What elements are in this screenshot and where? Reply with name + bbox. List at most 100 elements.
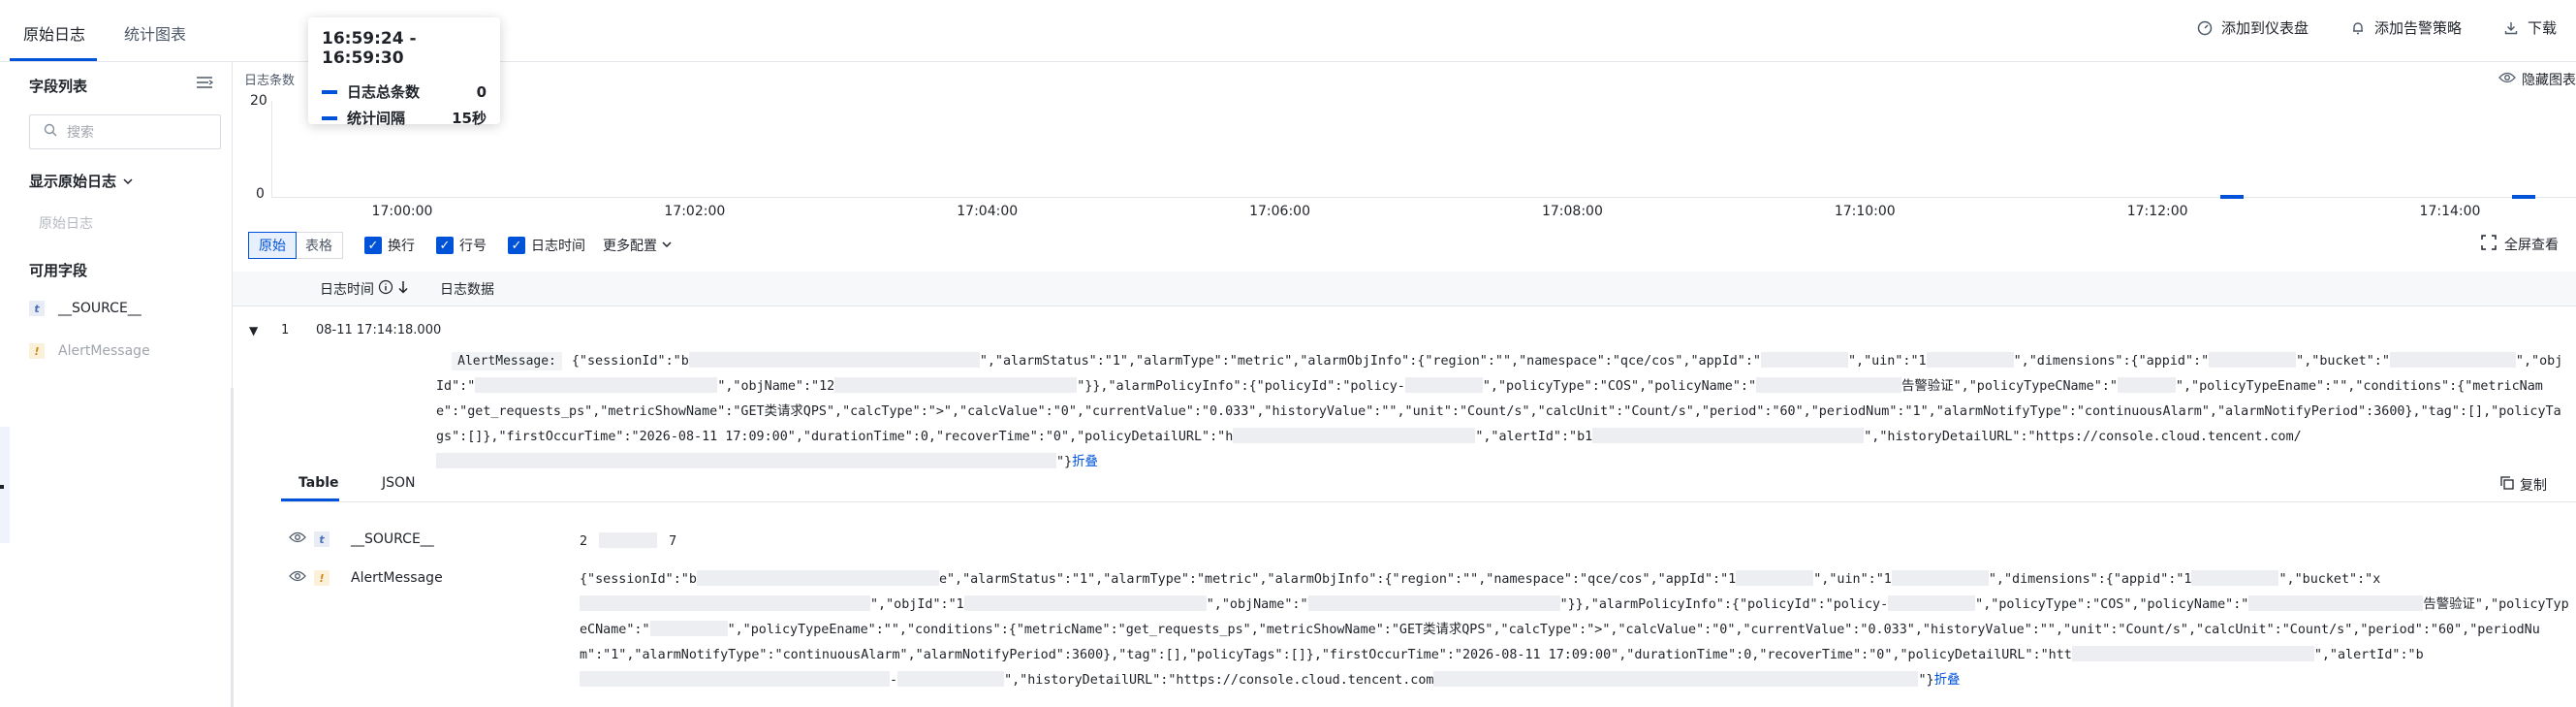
fold-link[interactable]: 折叠 <box>1934 673 1961 688</box>
log-segment: ","uin":"1 <box>1848 354 1927 369</box>
chevron-down-icon <box>122 173 134 190</box>
more-config-label: 更多配置 <box>603 239 657 254</box>
x-tick-label: 17:08:00 <box>1541 204 1603 219</box>
log-segment: ","historyDetailURL":"https://console.cl… <box>1864 430 2302 444</box>
value-segment: - <box>890 673 898 688</box>
log-segment: "}},"alarmPolicyInfo":{"policyId":"polic… <box>1077 379 1405 394</box>
show-raw-log-label: 显示原始日志 <box>29 173 117 190</box>
add-alarm-policy-button[interactable]: 添加告警策略 <box>2349 17 2462 38</box>
active-tab-indicator <box>10 58 97 61</box>
masked-value <box>1891 570 1989 586</box>
value-segment: ","alertId":"b <box>2313 648 2424 662</box>
value-segment: ","objId":"1 <box>870 597 964 612</box>
fullscreen-label: 全屏查看 <box>2504 238 2559 253</box>
view-table-button[interactable]: 表格 <box>296 233 342 258</box>
filter-list-icon[interactable] <box>196 76 214 93</box>
copy-label: 复制 <box>2520 478 2547 494</box>
fullscreen-button[interactable]: 全屏查看 <box>2481 235 2559 254</box>
chart-bar[interactable] <box>2512 195 2536 199</box>
line-number-checkbox[interactable]: ✓ 行号 <box>436 236 487 255</box>
tab-table[interactable]: Table <box>298 475 339 491</box>
fold-link[interactable]: 折叠 <box>1072 455 1098 469</box>
active-detail-tab-indicator <box>281 498 339 501</box>
chart-bar[interactable] <box>2219 195 2244 199</box>
raw-log-field[interactable]: 原始日志 <box>39 213 93 233</box>
add-to-dashboard-label: 添加到仪表盘 <box>2220 19 2309 37</box>
show-raw-log-toggle[interactable]: 显示原始日志 <box>29 171 134 191</box>
masked-value <box>2209 352 2297 368</box>
detail-alertmessage-value: {"sessionId":"b e","alarmStatus":"1","ala… <box>580 567 2574 693</box>
masked-value <box>834 377 1078 393</box>
tab-raw-log[interactable]: 原始日志 <box>23 21 85 45</box>
log-time-checkbox[interactable]: ✓ 日志时间 <box>508 236 585 255</box>
wrap-checkbox[interactable]: ✓ 换行 <box>364 236 415 255</box>
masked-value <box>2071 646 2314 661</box>
field-search-input[interactable]: 搜索 <box>29 114 221 149</box>
value-segment: ","uin":"1 <box>1813 572 1892 587</box>
bell-icon <box>2349 19 2367 37</box>
tab-json[interactable]: JSON <box>382 475 416 491</box>
sort-down-icon[interactable] <box>397 280 409 298</box>
collapse-handle-dot <box>0 485 4 489</box>
view-mode-switch: 原始 表格 <box>248 232 343 259</box>
masked-value <box>2389 352 2516 368</box>
tooltip-row-value: 0 <box>476 82 487 101</box>
sidebar-scrollbar[interactable] <box>231 388 234 707</box>
x-tick-label: 17:14:00 <box>2419 204 2481 219</box>
value-segment: 2 <box>580 534 588 549</box>
value-segment: "}},"alarmPolicyInfo":{"policyId":"polic… <box>1559 597 1889 612</box>
info-icon[interactable] <box>378 279 393 299</box>
log-time-label: 日志时间 <box>531 239 585 254</box>
masked-value <box>580 671 890 687</box>
masked-value <box>1592 428 1865 443</box>
log-segment: ","objName":"12 <box>717 379 835 394</box>
tooltip-row-name: 日志总条数 <box>347 83 421 101</box>
tooltip-time-range: 16:59:24 - 16:59:30 <box>322 29 417 68</box>
field-item-alertmessage[interactable]: ! AlertMessage <box>29 343 150 359</box>
value-segment: ","historyDetailURL":"https://console.cl… <box>1004 673 1434 688</box>
download-button[interactable]: 下载 <box>2502 17 2557 38</box>
log-segment: ","policyType":"COS","policyName":" <box>1482 379 1757 394</box>
log-segment: ","alarmStatus":"1","alarmType":"metric"… <box>979 354 1761 369</box>
log-segment: ","alertId":"b1 <box>1475 430 1593 444</box>
field-item-source[interactable]: t __SOURCE__ <box>29 301 141 316</box>
masked-value <box>2117 377 2176 393</box>
hide-chart-button[interactable]: 隐藏图表 <box>2498 70 2576 89</box>
detail-tab-bar: Table JSON 复制 <box>281 473 2576 502</box>
field-list-title: 字段列表 <box>29 78 88 95</box>
search-placeholder: 搜索 <box>67 125 94 141</box>
log-toolbar: 原始 表格 ✓ 换行 ✓ 行号 ✓ 日志时间 更多配置 全屏查看 <box>248 231 2574 260</box>
tooltip-row-value: 15秒 <box>452 110 487 127</box>
masked-value <box>897 671 1005 687</box>
check-icon: ✓ <box>508 237 525 254</box>
tab-statistics-chart[interactable]: 统计图表 <box>124 21 186 45</box>
wrap-label: 换行 <box>388 239 415 254</box>
masked-value <box>2191 570 2279 586</box>
eye-icon[interactable] <box>289 531 306 547</box>
text-type-icon: t <box>29 301 45 316</box>
more-config-dropdown[interactable]: 更多配置 <box>603 236 673 255</box>
x-tick-label: 17:12:00 <box>2126 204 2188 219</box>
tooltip-row-name: 统计间隔 <box>347 110 406 127</box>
time-column-header[interactable]: 日志时间 <box>320 279 409 299</box>
chevron-down-icon <box>661 238 673 253</box>
log-count-chart[interactable] <box>271 101 2576 199</box>
collapse-row-icon[interactable]: ▼ <box>249 324 258 337</box>
detail-source-value: 27 <box>580 530 2574 555</box>
search-icon <box>44 123 57 141</box>
copy-button[interactable]: 复制 <box>2500 475 2547 495</box>
tooltip-row-total: 日志总条数 0 <box>322 81 487 102</box>
add-to-dashboard-button[interactable]: 添加到仪表盘 <box>2196 17 2309 38</box>
value-segment: ","objName":" <box>1206 597 1308 612</box>
value-segment: e","alarmStatus":"1","alarmType":"metric… <box>938 572 1737 587</box>
masked-value <box>1888 595 1976 611</box>
y-tick-max: 20 <box>250 93 267 109</box>
log-segment: 告警验证","policyTypeCName":" <box>1901 379 2118 394</box>
eye-icon[interactable] <box>289 570 306 586</box>
value-segment: ","bucket":"x <box>2278 572 2381 587</box>
view-raw-button[interactable]: 原始 <box>248 232 297 259</box>
masked-value <box>436 453 1056 468</box>
x-tick-label: 17:06:00 <box>1249 204 1311 219</box>
field-name: AlertMessage <box>58 343 150 359</box>
copy-icon <box>2500 476 2514 494</box>
